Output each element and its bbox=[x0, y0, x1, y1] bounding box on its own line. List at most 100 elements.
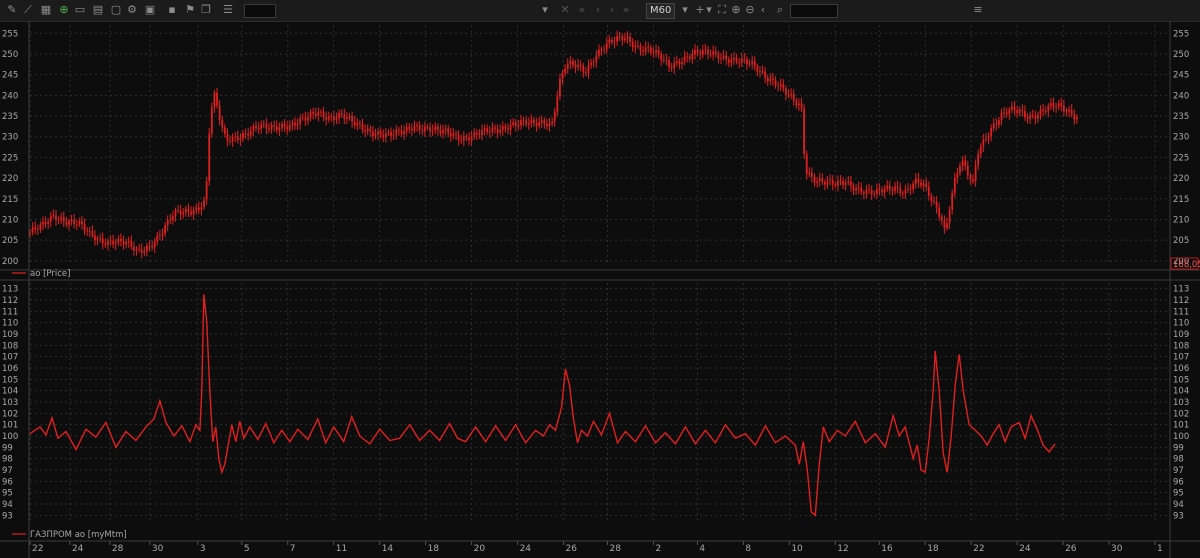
search-input[interactable] bbox=[790, 4, 838, 18]
candle-body bbox=[995, 123, 998, 125]
search-icon[interactable]: ⌕ bbox=[774, 3, 786, 17]
step-forward-icon[interactable]: › bbox=[606, 3, 618, 17]
candle-body bbox=[496, 128, 499, 133]
candle-body bbox=[120, 238, 122, 242]
oscillator-tick-label: 113 bbox=[1173, 285, 1189, 295]
options-icon[interactable]: ≡ bbox=[972, 3, 984, 17]
price-tick-label: 245 bbox=[2, 71, 18, 81]
candle-body bbox=[613, 41, 616, 43]
candle-body bbox=[657, 50, 660, 55]
candle-body bbox=[901, 193, 904, 194]
oscillator-tick-label: 96 bbox=[2, 477, 13, 487]
time-grid bbox=[29, 25, 1156, 521]
candle-body bbox=[307, 117, 309, 121]
candle-body bbox=[387, 132, 390, 134]
candle-body bbox=[171, 216, 174, 220]
candle-body bbox=[847, 181, 850, 184]
comment-icon[interactable]: ▪ bbox=[166, 3, 178, 17]
close-icon[interactable]: ✕ bbox=[560, 3, 570, 17]
candle-body bbox=[707, 49, 709, 55]
candle-body bbox=[457, 134, 460, 141]
time-tick-label: 1 bbox=[1157, 544, 1163, 554]
candle-body bbox=[460, 140, 463, 142]
window-icon[interactable]: ▤ bbox=[92, 3, 104, 17]
candle-body bbox=[694, 49, 696, 55]
candle-body bbox=[1016, 110, 1019, 113]
window-icon[interactable]: ▭ bbox=[74, 3, 86, 17]
price-tick-label: 245 bbox=[1173, 71, 1189, 81]
field-icon[interactable] bbox=[244, 4, 276, 18]
price-tick-label: 250 bbox=[2, 50, 18, 60]
candle-body bbox=[855, 188, 857, 191]
chart-area[interactable]: 200205210215220225230235240245250255 200… bbox=[0, 21, 1200, 558]
oscillator-tick-label: 110 bbox=[2, 319, 18, 329]
candle-body bbox=[229, 140, 231, 142]
candle-body bbox=[681, 61, 683, 65]
candle-body bbox=[236, 136, 239, 141]
table-icon[interactable]: ▦ bbox=[40, 3, 52, 17]
oscillator-tick-label: 97 bbox=[1173, 466, 1184, 476]
timeframe-selector[interactable]: M60 bbox=[646, 3, 676, 19]
candle-body bbox=[899, 187, 902, 194]
flag-icon[interactable]: ⚑ bbox=[184, 3, 196, 17]
candle-body bbox=[610, 39, 613, 43]
candle-body bbox=[556, 96, 559, 112]
candle-body bbox=[309, 112, 312, 118]
zoom-in-icon[interactable]: ⊕ bbox=[730, 3, 742, 17]
candle-body bbox=[403, 131, 405, 135]
candle-body bbox=[816, 181, 819, 183]
oscillator-tick-label: 105 bbox=[1173, 375, 1189, 385]
candle-body bbox=[130, 240, 133, 247]
candle-body bbox=[192, 210, 195, 215]
time-tick-label: 5 bbox=[244, 544, 250, 554]
candle-body bbox=[569, 61, 572, 64]
candle-body bbox=[348, 116, 351, 118]
time-tick-label: 7 bbox=[290, 544, 296, 554]
price-tick-label: 240 bbox=[2, 91, 18, 101]
candle-body bbox=[390, 132, 392, 136]
candle-body bbox=[301, 117, 304, 119]
candle-body bbox=[57, 219, 60, 221]
candle-body bbox=[961, 160, 964, 166]
step-forward-icon[interactable]: » bbox=[620, 3, 632, 17]
candle-body bbox=[94, 235, 96, 241]
time-tick-label: 30 bbox=[1111, 544, 1123, 554]
copy-icon[interactable]: ❐ bbox=[200, 3, 212, 17]
dropdown-icon[interactable]: ▾ bbox=[540, 3, 550, 17]
candle-body bbox=[197, 207, 200, 210]
candle-body bbox=[374, 134, 377, 137]
candle-body bbox=[260, 124, 263, 129]
window-icon[interactable]: ▢ bbox=[110, 3, 122, 17]
candle-body bbox=[410, 128, 413, 131]
chevron-down-icon[interactable]: ▾ bbox=[704, 3, 714, 17]
list-icon[interactable]: ☰ bbox=[222, 3, 234, 17]
candle-body bbox=[927, 186, 930, 196]
candle-body bbox=[109, 240, 112, 242]
price-tick-label: 230 bbox=[2, 133, 18, 143]
candle-body bbox=[39, 224, 42, 230]
step-back-icon[interactable]: « bbox=[576, 3, 588, 17]
candle-body bbox=[1065, 111, 1068, 113]
candle-body bbox=[330, 116, 333, 118]
add-chart-icon[interactable]: ⊕ bbox=[58, 3, 70, 17]
collapse-icon[interactable]: ‹ bbox=[758, 3, 768, 17]
line-icon[interactable]: ⟋ bbox=[22, 3, 34, 17]
candle-body bbox=[766, 77, 769, 82]
time-tick-label: 3 bbox=[200, 544, 206, 554]
candle-body bbox=[834, 184, 837, 186]
zoom-out-icon[interactable]: ⊖ bbox=[744, 3, 756, 17]
chevron-down-icon[interactable]: ▾ bbox=[680, 3, 690, 17]
candle-body bbox=[195, 207, 198, 211]
candle-body bbox=[304, 117, 307, 121]
oscillator-tick-label: 103 bbox=[1173, 398, 1189, 408]
step-back-icon[interactable]: ‹ bbox=[592, 3, 604, 17]
candle-body bbox=[946, 223, 948, 229]
fit-icon[interactable]: ⛶ bbox=[716, 3, 728, 17]
settings-window-icon[interactable]: ⚙ bbox=[126, 3, 138, 17]
candle-body bbox=[99, 238, 102, 239]
candle-body bbox=[34, 227, 37, 230]
pencil-icon[interactable]: ✎ bbox=[6, 3, 18, 17]
candle-body bbox=[317, 112, 320, 116]
candle-body bbox=[431, 130, 434, 132]
window-icon[interactable]: ▣ bbox=[144, 3, 156, 17]
